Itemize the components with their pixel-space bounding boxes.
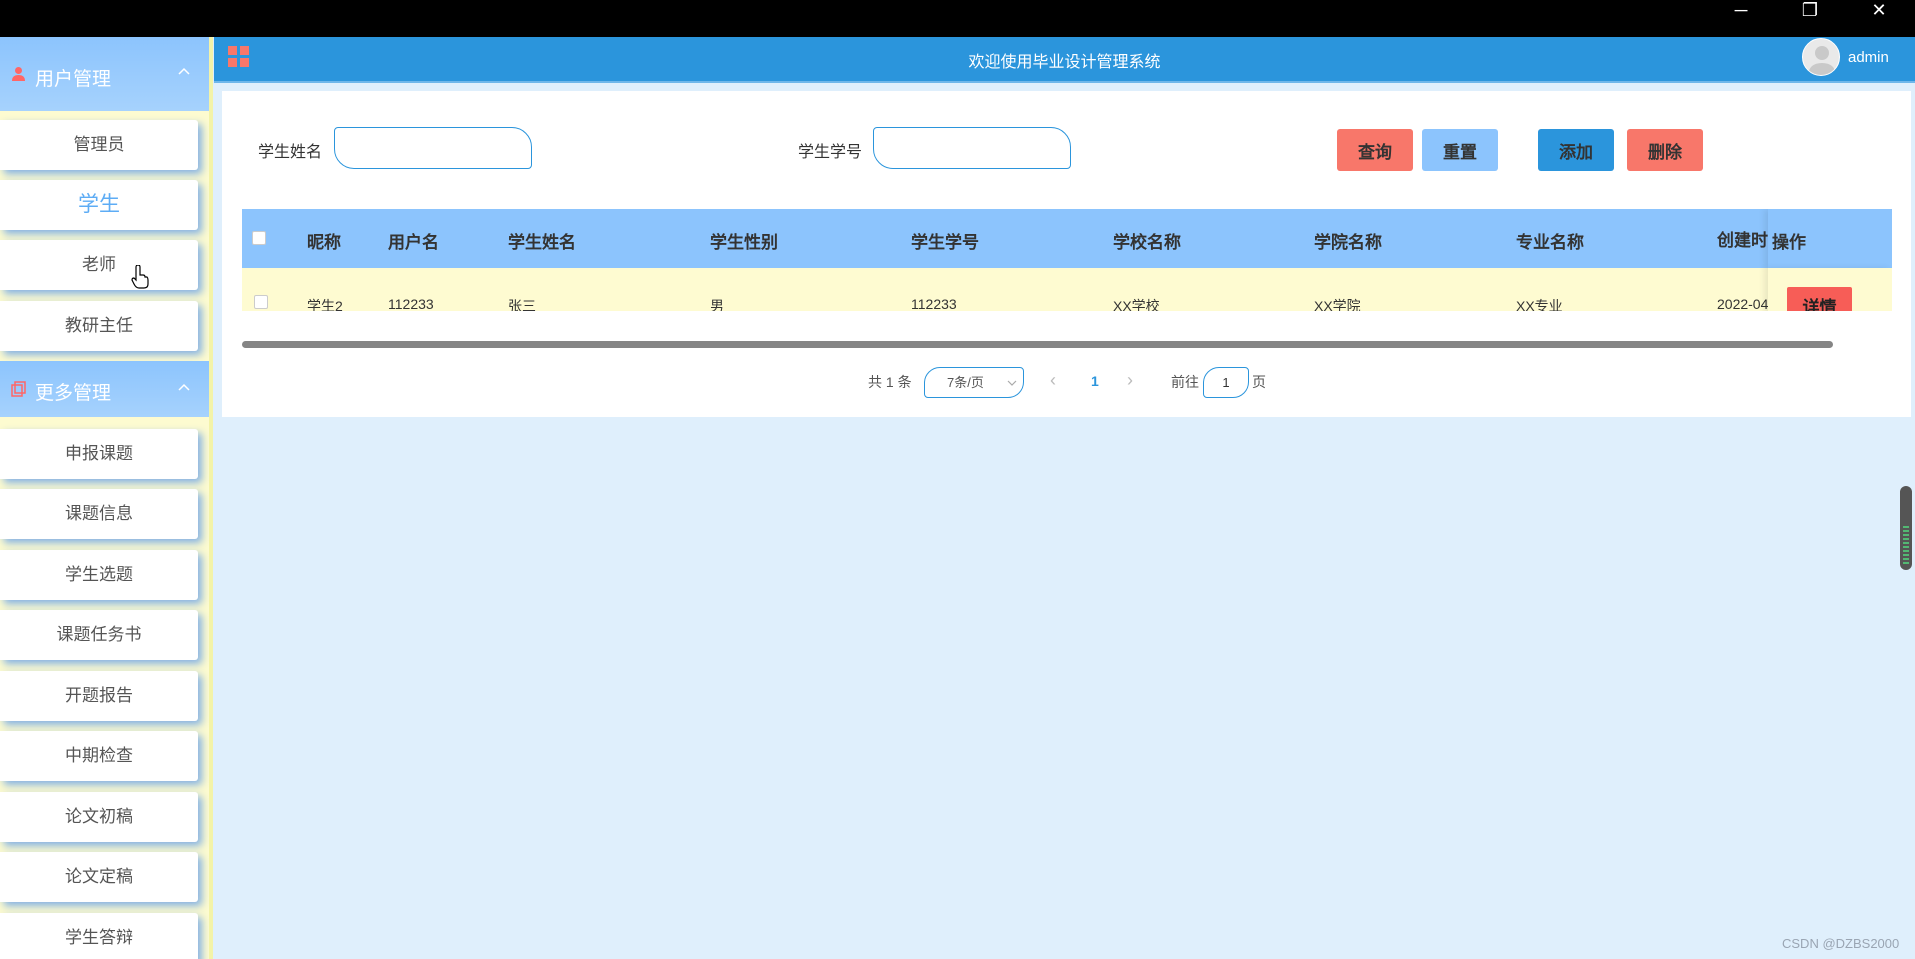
query-button[interactable]: 查询 <box>1337 129 1413 171</box>
col-gender: 学生性别 <box>710 233 778 252</box>
col-student-id: 学生学号 <box>911 233 979 252</box>
sidebar-item-topic-info[interactable]: 课题信息 <box>0 489 198 539</box>
chevron-up-icon <box>178 67 190 75</box>
cell-nickname: 学生2 <box>307 298 343 311</box>
page-number-1[interactable]: 1 <box>1091 373 1099 389</box>
goto-label: 前往 <box>1171 374 1199 390</box>
page-vertical-scrollbar[interactable] <box>1900 486 1912 570</box>
menu-group-more-management[interactable]: 更多管理 <box>0 361 212 417</box>
hand-cursor-icon <box>131 265 149 289</box>
cell-student-id: 112233 <box>911 296 957 311</box>
sidebar-item-final-draft[interactable]: 论文定稿 <box>0 852 198 902</box>
page-size-select[interactable]: 7条/页 <box>924 367 1024 398</box>
col-college: 学院名称 <box>1314 233 1382 252</box>
sidebar-item-director[interactable]: 教研主任 <box>0 301 198 351</box>
col-major: 专业名称 <box>1516 233 1584 252</box>
content-panel: 学生姓名 学生学号 查询 重置 添加 删除 昵称 用户名 学生姓名 学生性别 学… <box>222 91 1911 417</box>
table-header: 昵称 用户名 学生姓名 学生性别 学生学号 学校名称 学院名称 专业名称 创建时… <box>242 209 1892 268</box>
username-label[interactable]: admin <box>1848 49 1889 66</box>
window-title-bar: ─ ❐ ✕ <box>0 0 1915 37</box>
scroll-grip <box>1903 526 1909 566</box>
student-table: 昵称 用户名 学生姓名 学生性别 学生学号 学校名称 学院名称 专业名称 创建时… <box>242 209 1892 311</box>
row-checkbox[interactable] <box>254 295 268 309</box>
cell-school: XX学校 <box>1113 298 1160 311</box>
sidebar-item-midterm-check[interactable]: 中期检查 <box>0 731 198 781</box>
page-unit-label: 页 <box>1252 374 1266 390</box>
goto-page-input[interactable]: 1 <box>1203 367 1249 398</box>
menu-group-user-management[interactable]: 用户管理 <box>0 37 212 111</box>
sidebar-item-task-book[interactable]: 课题任务书 <box>0 610 198 660</box>
avatar[interactable] <box>1802 38 1840 76</box>
sidebar-item-topic-selection[interactable]: 学生选题 <box>0 550 198 600</box>
cell-created: 2022-04- <box>1717 296 1774 311</box>
student-name-label: 学生姓名 <box>258 144 323 161</box>
col-username: 用户名 <box>388 233 439 252</box>
cell-major: XX专业 <box>1516 298 1563 311</box>
cell-gender: 男 <box>710 298 724 311</box>
delete-button[interactable]: 删除 <box>1627 129 1703 171</box>
col-nickname: 昵称 <box>307 233 341 252</box>
sidebar-divider <box>209 37 213 959</box>
chevron-down-icon <box>1007 380 1017 386</box>
page-title: 欢迎使用毕业设计管理系统 <box>968 54 1161 71</box>
detail-button[interactable]: 详情 <box>1787 287 1852 311</box>
restore-icon[interactable]: ❐ <box>1787 0 1833 22</box>
next-page-icon[interactable]: › <box>1127 370 1133 391</box>
student-id-input[interactable] <box>873 127 1071 169</box>
chevron-up-icon <box>178 383 190 391</box>
table-row: 学生2 112233 张三 男 112233 XX学校 XX学院 XX专业 20… <box>242 268 1892 311</box>
student-id-label: 学生学号 <box>798 144 863 161</box>
select-all-checkbox[interactable] <box>252 231 266 245</box>
pagination-total: 共 1 条 <box>868 374 912 390</box>
sidebar: 用户管理 管理员 学生 老师 教研主任 更多管理 申报课题 课题信息 学生选题 … <box>0 37 212 959</box>
sidebar-item-defense[interactable]: 学生答辩 <box>0 913 198 959</box>
close-icon[interactable]: ✕ <box>1856 0 1902 22</box>
sidebar-item-apply-topic[interactable]: 申报课题 <box>0 429 198 479</box>
col-action: 操作 <box>1772 233 1806 252</box>
sidebar-item-opening-report[interactable]: 开题报告 <box>0 671 198 721</box>
menu-group-title: 用户管理 <box>35 69 112 90</box>
watermark: CSDN @DZBS2000 <box>1782 936 1900 951</box>
menu-group-title: 更多管理 <box>35 383 112 404</box>
sidebar-item-admin[interactable]: 管理员 <box>0 120 198 170</box>
sidebar-item-teacher[interactable]: 老师 <box>0 240 198 290</box>
col-school: 学校名称 <box>1113 233 1181 252</box>
top-header: 欢迎使用毕业设计管理系统 admin <box>214 37 1915 83</box>
cell-college: XX学院 <box>1314 298 1361 311</box>
col-action-header: 操作 <box>1768 209 1892 268</box>
add-button[interactable]: 添加 <box>1538 129 1614 171</box>
table-horizontal-scrollbar[interactable] <box>242 341 1833 348</box>
col-student-name: 学生姓名 <box>508 233 576 252</box>
prev-page-icon[interactable]: ‹ <box>1050 370 1056 391</box>
user-icon <box>12 67 25 81</box>
reset-button[interactable]: 重置 <box>1422 129 1498 171</box>
student-name-input[interactable] <box>334 127 532 169</box>
copy-icon <box>11 381 26 397</box>
page-size-value: 7条/页 <box>947 375 984 390</box>
sidebar-item-first-draft[interactable]: 论文初稿 <box>0 792 198 842</box>
cell-student-name: 张三 <box>508 298 536 311</box>
cell-username: 112233 <box>388 296 434 311</box>
minimize-icon[interactable]: ─ <box>1718 0 1764 22</box>
sidebar-item-student[interactable]: 学生 <box>0 180 198 230</box>
